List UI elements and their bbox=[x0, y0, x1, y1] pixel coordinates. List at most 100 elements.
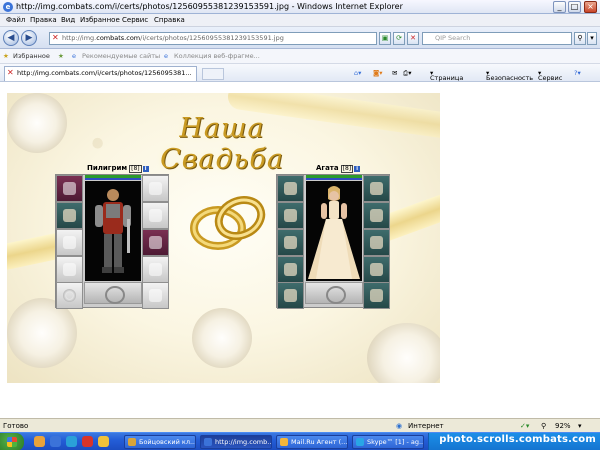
search-input[interactable]: QIP Search bbox=[422, 32, 572, 45]
help-icon[interactable]: ?▾ bbox=[574, 69, 581, 77]
menu-favorites[interactable]: Избранное bbox=[80, 16, 120, 24]
right-level-value: 8 bbox=[344, 165, 349, 172]
suggested-sites-link[interactable]: Рекомендуемые сайты bbox=[82, 52, 160, 60]
zone-text: Интернет bbox=[408, 422, 444, 430]
new-tab-button[interactable] bbox=[202, 68, 224, 80]
window-title: http://img.combats.com/i/certs/photos/12… bbox=[16, 2, 403, 11]
left-gloves-slot bbox=[142, 202, 169, 229]
compatibility-icon[interactable]: ▣ bbox=[379, 32, 391, 45]
quicklaunch-desktop-icon[interactable] bbox=[66, 436, 77, 447]
tab-bar: ✕ http://img.combats.com/i/certs/photos/1… bbox=[0, 64, 600, 82]
task-combats-club[interactable]: Бойцовский кл... bbox=[124, 435, 196, 449]
ie-logo-icon: e bbox=[3, 2, 13, 12]
left-weapon-slot bbox=[56, 229, 83, 256]
address-path: /i/certs/photos/12560955381239153591.jpg bbox=[140, 34, 284, 42]
forward-button[interactable]: ▶ bbox=[21, 30, 37, 46]
left-level-value: 8 bbox=[133, 165, 138, 172]
right-necklace-slot bbox=[277, 202, 304, 229]
tools-menu-button[interactable]: Сервис ▾ bbox=[538, 69, 562, 82]
left-player-nick: Пилигрим bbox=[87, 164, 128, 172]
ie-page-icon-2: e bbox=[164, 52, 168, 60]
browser-viewport: • Наша Свадьба Пилигрим [8] i Агата [8] … bbox=[0, 82, 600, 418]
task-mailru-agent[interactable]: Mail.Ru Агент (... bbox=[276, 435, 348, 449]
close-button[interactable]: × bbox=[584, 1, 597, 13]
quicklaunch-ie-icon[interactable] bbox=[50, 436, 61, 447]
rose-top-left bbox=[7, 93, 67, 153]
right-cape-slot bbox=[277, 256, 304, 283]
zoom-level[interactable]: 92% bbox=[555, 422, 571, 430]
right-shoes-slot bbox=[277, 282, 304, 309]
left-player-panel bbox=[55, 174, 169, 309]
task-label: http://img.comb... bbox=[215, 438, 272, 446]
left-info-icon: i bbox=[142, 166, 149, 172]
menu-edit[interactable]: Правка bbox=[30, 16, 57, 24]
stop-icon[interactable]: ✕ bbox=[407, 32, 419, 45]
web-slice-gallery-link[interactable]: Коллекция веб-фрагме... bbox=[174, 52, 260, 60]
minimize-button[interactable]: _ bbox=[553, 1, 566, 13]
status-bar: Готово ◉ Интернет ✓▾ ⚲ 92% ▾ bbox=[0, 418, 600, 432]
search-icon[interactable]: ⚲ bbox=[574, 32, 586, 45]
skype-icon bbox=[356, 438, 364, 446]
right-veil-slot bbox=[363, 175, 390, 202]
task-label: Skype™ [1] - ag... bbox=[367, 438, 424, 446]
left-player-name: Пилигрим [8] i bbox=[87, 164, 149, 173]
left-belt-bar bbox=[84, 282, 142, 304]
search-options-chevron-icon[interactable]: ▾ bbox=[587, 32, 597, 45]
maximize-button[interactable]: □ bbox=[568, 1, 581, 13]
add-favorite-icon[interactable]: ★ bbox=[58, 52, 64, 60]
home-icon[interactable]: ⌂▾ bbox=[354, 69, 361, 77]
rose-bottom-right bbox=[367, 323, 440, 383]
left-boots-slot bbox=[142, 282, 169, 309]
task-skype[interactable]: Skype™ [1] - ag... bbox=[352, 435, 424, 449]
right-heels-slot bbox=[363, 282, 390, 309]
right-belt-bar bbox=[305, 282, 363, 304]
address-domain: combats.com bbox=[96, 34, 141, 42]
quicklaunch-opera-icon[interactable] bbox=[82, 436, 93, 447]
tab-current[interactable]: ✕ http://img.combats.com/i/certs/photos/1… bbox=[4, 66, 197, 81]
feeds-icon[interactable]: ◙▾ bbox=[373, 69, 383, 77]
broken-page-icon: ✕ bbox=[52, 33, 59, 42]
back-button[interactable]: ◀ bbox=[3, 30, 19, 46]
right-gloves-slot bbox=[363, 202, 390, 229]
left-player-level: [8] bbox=[129, 165, 142, 173]
system-tray: photo.scrolls.combats.com bbox=[428, 433, 600, 450]
menu-help[interactable]: Справка bbox=[154, 16, 185, 24]
read-mail-icon[interactable]: ✉ bbox=[392, 69, 397, 77]
right-dress-slot-2 bbox=[363, 256, 390, 283]
left-ring-slot bbox=[56, 282, 83, 309]
background-script: • bbox=[87, 125, 109, 166]
zoom-icon[interactable]: ⚲ bbox=[541, 422, 546, 430]
address-input[interactable]: ✕ http://img.combats.com/i/certs/photos/1… bbox=[49, 32, 377, 45]
combats-icon bbox=[128, 438, 136, 446]
print-icon[interactable]: ⎙▾ bbox=[403, 69, 411, 78]
menu-view[interactable]: Вид bbox=[61, 16, 75, 24]
start-button[interactable] bbox=[0, 433, 24, 450]
safety-menu-button[interactable]: Безопасность ▾ bbox=[486, 69, 533, 82]
search-placeholder: QIP Search bbox=[435, 34, 471, 42]
favorites-button[interactable]: Избранное bbox=[13, 52, 50, 60]
quicklaunch-folder-icon[interactable] bbox=[34, 436, 45, 447]
tab-label: http://img.combats.com/i/certs/photos/12… bbox=[17, 69, 192, 77]
certificate-heading: Наша Свадьба bbox=[160, 113, 284, 175]
right-bride-avatar bbox=[306, 181, 362, 281]
broken-page-icon: ✕ bbox=[7, 68, 14, 77]
left-mana-bar bbox=[85, 178, 141, 180]
right-player-nick: Агата bbox=[316, 164, 339, 172]
status-text: Готово bbox=[3, 422, 29, 430]
right-info-icon: i bbox=[354, 166, 361, 172]
internet-zone-icon: ◉ bbox=[396, 422, 403, 430]
right-player-panel bbox=[276, 174, 390, 309]
wedding-certificate-image: • Наша Свадьба Пилигрим [8] i Агата [8] … bbox=[7, 93, 440, 383]
zoom-chevron-icon[interactable]: ▾ bbox=[578, 422, 582, 430]
window-titlebar: e http://img.combats.com/i/certs/photos/… bbox=[0, 0, 600, 14]
menu-tools[interactable]: Сервис bbox=[122, 16, 148, 24]
page-menu-label: Страница bbox=[430, 74, 464, 82]
task-ie-window[interactable]: http://img.comb... bbox=[200, 435, 272, 449]
protected-mode-icon[interactable]: ✓▾ bbox=[520, 422, 529, 430]
menu-file[interactable]: Файл bbox=[6, 16, 25, 24]
favorites-star-icon: ★ bbox=[3, 52, 9, 60]
tools-menu-label: Сервис bbox=[538, 74, 563, 82]
refresh-icon[interactable]: ⟳ bbox=[393, 32, 405, 45]
quicklaunch-app-icon[interactable] bbox=[98, 436, 109, 447]
page-menu-button[interactable]: Страница ▾ bbox=[430, 69, 463, 82]
